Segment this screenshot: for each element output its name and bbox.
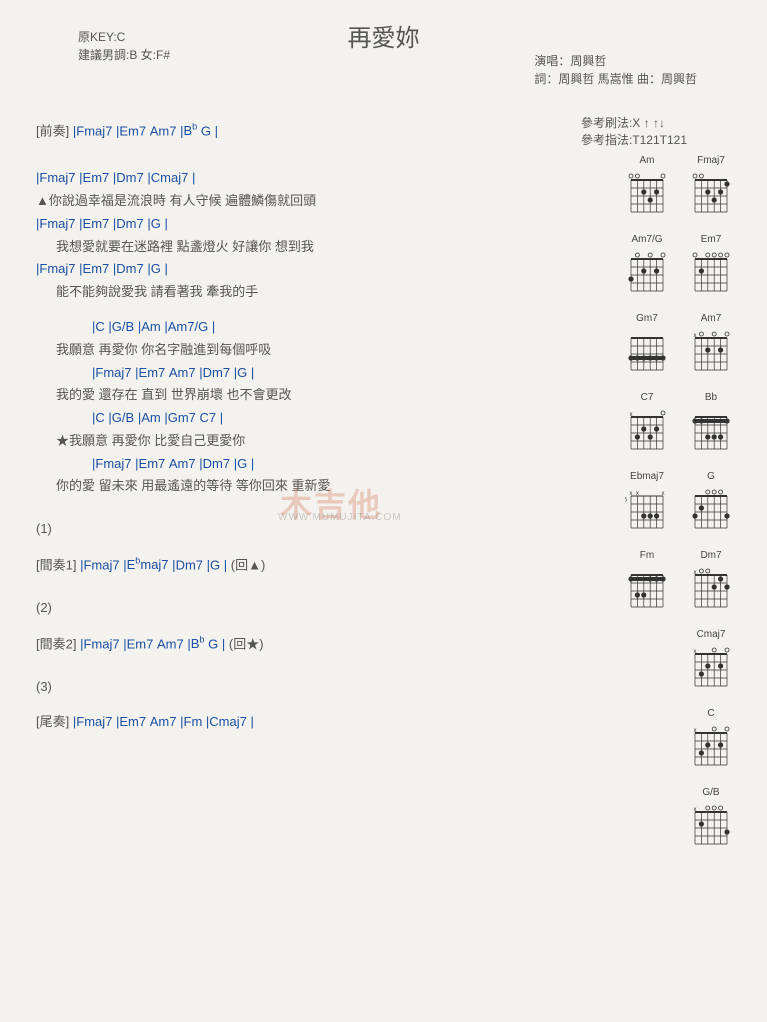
chord-diagram-row: Ebmaj7xxx6 G [613,471,733,532]
chord-diagram-C: Cx [689,708,733,769]
chord-diagram-column: Am Fmaj7 Am7/G Em7 Gm7 Am7x C7x Bb Ebmaj7xxx6 G Fm… [613,155,733,866]
chord-diagram-Cmaj7: Cmaj7x [689,629,733,690]
lyric-line: 我願意 再愛你 你名字融進到每個呼吸 [36,340,596,361]
chord-diagram-G-B: G/Bx [689,787,733,848]
chord-diagram-Am: Am [625,155,669,216]
chord-diagram-row: Am Fmaj7 [613,155,733,216]
strum-pattern: 參考刷法:X ↑ ↑↓ [581,115,687,132]
lyricist-composer: 詞：周興哲 馬嵩惟 曲：周興哲 [534,70,697,88]
pattern-info: 參考刷法:X ↑ ↑↓ 參考指法:T121T121 [581,115,687,149]
suggested-key: 建議男調:B 女:F# [78,46,170,64]
credits: 演唱：周興哲 詞：周興哲 馬嵩惟 曲：周興哲 [534,52,697,88]
lyric-line: ★我願意 再愛你 比愛自己更愛你 [36,431,596,452]
lyric-line: ▲你說過幸福是流浪時 有人守候 遍體鱗傷就回頭 [36,191,596,212]
svg-text:x: x [630,412,633,418]
svg-text:x: x [694,728,697,734]
chord-diagram-Fmaj7: Fmaj7 [689,155,733,216]
chord-diagram-Bb: Bb [689,392,733,453]
chord-diagram-Ebmaj7: Ebmaj7xxx6 [625,471,669,532]
original-key: 原KEY:C [78,28,170,46]
chord-diagram-Em7: Em7 [689,234,733,295]
svg-text:6: 6 [625,498,628,504]
chord-diagram-row: Cmaj7x [613,629,733,690]
chord-diagram-Dm7: Dm7x [689,550,733,611]
chord-line: |Fmaj7 |Em7 |Dm7 |G | [36,214,596,235]
chord-line: |Fmaj7 |Em7 |Dm7 |Cmaj7 | [36,168,596,189]
svg-text:x: x [694,570,697,576]
svg-text:x: x [694,649,697,655]
chord-diagram-row: Fm Dm7x [613,550,733,611]
svg-text:x: x [694,807,697,813]
chord-diagram-Am7-G: Am7/G [625,234,669,295]
chord-line: |Fmaj7 |Em7 Am7 |Dm7 |G | [36,363,596,384]
lyric-line: 能不能夠說愛我 請看著我 牽我的手 [36,282,596,303]
chord-diagram-C7: C7x [625,392,669,453]
chord-line: [間奏2] |Fmaj7 |Em7 Am7 |Bb G | (回★) [36,633,596,655]
lyric-line: 我想愛就要在迷路裡 點盞燈火 好讓你 想到我 [36,237,596,258]
chord-line: |C |G/B |Am |Am7/G | [36,317,596,338]
finger-pattern: 參考指法:T121T121 [581,132,687,149]
chord-line: [前奏] |Fmaj7 |Em7 Am7 |Bb G | [36,120,596,142]
section-marker: (3) [36,677,596,698]
chord-diagram-row: C7x Bb [613,392,733,453]
key-info: 原KEY:C 建議男調:B 女:F# [78,28,170,64]
chord-diagram-G: G [689,471,733,532]
chord-diagram-row: Cx [613,708,733,769]
svg-text:x: x [694,333,697,339]
chord-line: |Fmaj7 |Em7 |Dm7 |G | [36,259,596,280]
header: 再愛妳 原KEY:C 建議男調:B 女:F# 演唱：周興哲 詞：周興哲 馬嵩惟 … [0,0,767,110]
svg-text:x: x [636,491,639,497]
chord-line: |C |G/B |Am |Gm7 C7 | [36,408,596,429]
section-marker: (2) [36,598,596,619]
lyric-line: 我的愛 還存在 直到 世界崩壞 也不會更改 [36,385,596,406]
chord-sheet: [前奏] |Fmaj7 |Em7 Am7 |Bb G | |Fmaj7 |Em7 … [36,120,596,735]
chord-diagram-Fm: Fm [625,550,669,611]
chord-line: |Fmaj7 |Em7 Am7 |Dm7 |G | [36,454,596,475]
svg-text:x: x [630,491,633,497]
chord-diagram-row: Gm7 Am7x [613,313,733,374]
chord-line: [間奏1] |Fmaj7 |Ebmaj7 |Dm7 |G | (回▲) [36,554,596,576]
chord-diagram-Gm7: Gm7 [625,313,669,374]
chord-diagram-Am7: Am7x [689,313,733,374]
svg-text:x: x [662,491,665,497]
chord-line: [尾奏] |Fmaj7 |Em7 Am7 |Fm |Cmaj7 | [36,712,596,733]
lyric-line: 你的愛 留未來 用最遙遠的等待 等你回來 重新愛 [36,476,596,497]
chord-diagram-row: Am7/G Em7 [613,234,733,295]
chord-diagram-row: G/Bx [613,787,733,848]
section-marker: (1) [36,519,596,540]
singer: 演唱：周興哲 [534,52,697,70]
